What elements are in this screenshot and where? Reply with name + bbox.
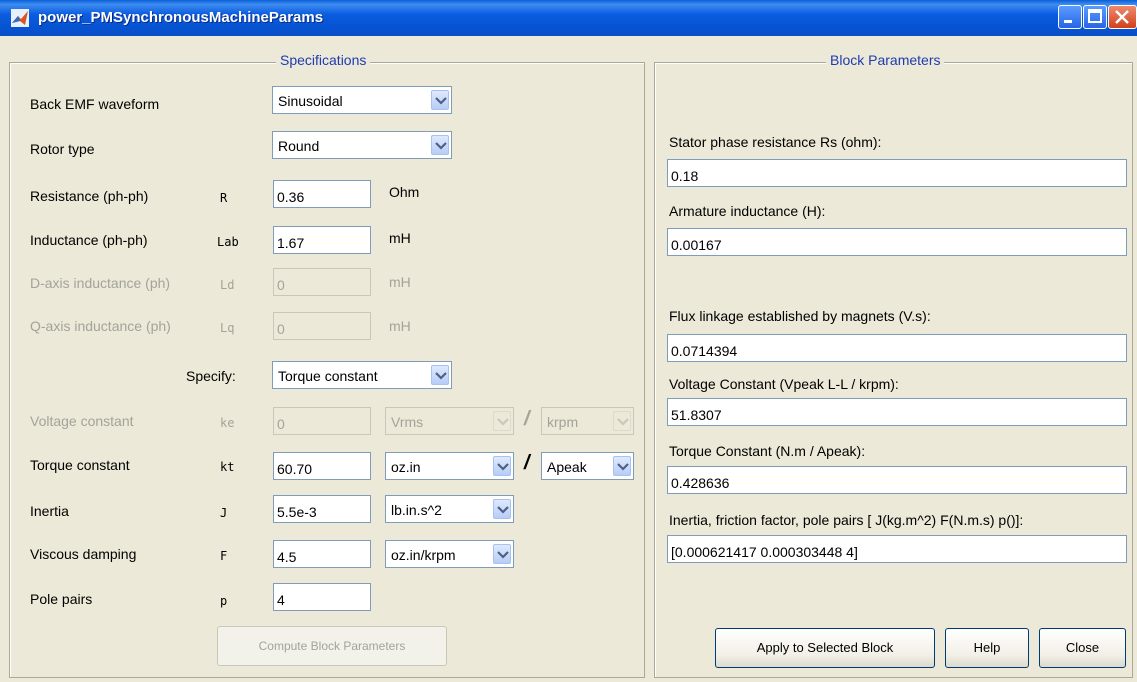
minimize-button[interactable]	[1058, 5, 1082, 29]
q-axis-symbol: Lq	[220, 321, 235, 335]
title-bar[interactable]: power_PMSynchronousMachineParams	[0, 0, 1137, 36]
back-emf-value: Sinusoidal	[278, 93, 343, 109]
voltage-speed-value: krpm	[547, 414, 579, 430]
resistance-unit: Ohm	[389, 184, 420, 200]
chevron-down-icon[interactable]	[493, 456, 511, 476]
q-axis-label: Q-axis inductance (ph)	[30, 318, 171, 334]
maximize-button[interactable]	[1083, 5, 1107, 29]
d-axis-input[interactable]: 0	[273, 268, 371, 296]
voltage-constant-out-label: Voltage Constant (Vpeak L-L / krpm):	[669, 376, 899, 392]
block-parameters-panel	[654, 62, 1133, 678]
help-button[interactable]: Help	[945, 628, 1029, 668]
armature-inductance-label: Armature inductance (H):	[669, 203, 826, 219]
armature-inductance-input[interactable]: 0.00167	[667, 228, 1127, 256]
inertia-input[interactable]: 5.5e-3	[273, 495, 371, 523]
apply-to-selected-block-button[interactable]: Apply to Selected Block	[715, 628, 935, 668]
chevron-down-icon[interactable]	[493, 411, 511, 431]
inertia-unit-value: lb.in.s^2	[391, 502, 442, 518]
chevron-down-icon[interactable]	[613, 456, 631, 476]
q-axis-input[interactable]: 0	[273, 312, 371, 340]
voltage-constant-out-input[interactable]: 51.8307	[667, 398, 1127, 426]
flux-linkage-label: Flux linkage established by magnets (V.s…	[669, 308, 931, 324]
torque-current-value: Apeak	[547, 459, 587, 475]
viscous-unit-value: oz.in/krpm	[391, 547, 456, 563]
q-axis-unit: mH	[389, 318, 411, 334]
d-axis-unit: mH	[389, 274, 411, 290]
voltage-constant-label: Voltage constant	[30, 413, 134, 429]
voltage-slash: /	[524, 408, 530, 430]
back-emf-select[interactable]: Sinusoidal	[272, 86, 452, 114]
compute-block-parameters-button[interactable]: Compute Block Parameters	[217, 626, 447, 666]
resistance-input[interactable]: 0.36	[273, 180, 371, 208]
close-icon	[1115, 10, 1129, 24]
voltage-unit-value: Vrms	[391, 414, 424, 430]
chevron-down-icon[interactable]	[493, 499, 511, 519]
chevron-down-icon[interactable]	[431, 135, 449, 155]
torque-constant-input[interactable]: 60.70	[273, 452, 371, 480]
torque-constant-out-label: Torque Constant (N.m / Apeak):	[669, 443, 866, 459]
matlab-icon	[11, 9, 29, 27]
close-window-button[interactable]	[1108, 5, 1137, 29]
rotor-type-value: Round	[278, 138, 320, 154]
torque-current-select[interactable]: Apeak	[541, 452, 634, 480]
torque-unit-value: oz.in	[391, 459, 421, 475]
rotor-type-label: Rotor type	[30, 141, 95, 157]
voltage-unit-select[interactable]: Vrms	[385, 407, 514, 435]
viscous-damping-label: Viscous damping	[30, 546, 137, 562]
inductance-symbol: Lab	[217, 235, 239, 249]
close-button[interactable]: Close	[1039, 628, 1126, 668]
inertia-symbol: J	[220, 506, 228, 520]
inertia-friction-poles-input[interactable]: [0.000621417 0.000303448 4]	[667, 535, 1127, 563]
resistance-label: Resistance (ph-ph)	[30, 188, 149, 204]
specify-value: Torque constant	[278, 368, 378, 384]
inductance-unit: mH	[389, 230, 411, 246]
inertia-unit-select[interactable]: lb.in.s^2	[385, 495, 514, 523]
chevron-down-icon[interactable]	[493, 544, 511, 564]
pole-pairs-symbol: p	[220, 594, 228, 608]
minimize-icon	[1064, 20, 1072, 23]
torque-constant-label: Torque constant	[30, 457, 130, 473]
torque-constant-symbol: kt	[220, 460, 235, 474]
viscous-damping-input[interactable]: 4.5	[273, 540, 371, 568]
block-parameters-title: Block Parameters	[826, 52, 945, 68]
torque-constant-out-input[interactable]: 0.428636	[667, 466, 1127, 494]
maximize-icon	[1088, 9, 1102, 23]
chevron-down-icon[interactable]	[431, 90, 449, 110]
stator-resistance-label: Stator phase resistance Rs (ohm):	[669, 134, 882, 150]
inertia-friction-poles-label: Inertia, friction factor, pole pairs [ J…	[669, 512, 1024, 528]
d-axis-label: D-axis inductance (ph)	[30, 275, 171, 291]
flux-linkage-input[interactable]: 0.0714394	[667, 334, 1127, 362]
specifications-title: Specifications	[276, 52, 371, 68]
rotor-type-select[interactable]: Round	[272, 131, 452, 159]
voltage-constant-symbol: ke	[220, 416, 235, 430]
viscous-damping-symbol: F	[220, 549, 228, 563]
stator-resistance-input[interactable]: 0.18	[667, 159, 1127, 187]
voltage-constant-input[interactable]: 0	[273, 407, 371, 435]
torque-unit-select[interactable]: oz.in	[385, 452, 514, 480]
back-emf-label: Back EMF waveform	[30, 96, 160, 112]
d-axis-symbol: Ld	[220, 278, 235, 292]
specify-select[interactable]: Torque constant	[272, 361, 452, 389]
specify-label: Specify:	[186, 368, 236, 384]
inductance-input[interactable]: 1.67	[273, 226, 371, 254]
pole-pairs-label: Pole pairs	[30, 591, 93, 607]
voltage-speed-select[interactable]: krpm	[541, 407, 634, 435]
viscous-unit-select[interactable]: oz.in/krpm	[385, 540, 514, 568]
torque-slash: /	[524, 452, 530, 474]
chevron-down-icon[interactable]	[613, 411, 631, 431]
dialog-window: power_PMSynchronousMachineParams Specifi…	[0, 0, 1137, 682]
pole-pairs-input[interactable]: 4	[273, 583, 371, 611]
resistance-symbol: R	[220, 191, 228, 205]
inductance-label: Inductance (ph-ph)	[30, 232, 148, 248]
inertia-label: Inertia	[30, 503, 69, 519]
window-title: power_PMSynchronousMachineParams	[38, 9, 324, 26]
chevron-down-icon[interactable]	[431, 365, 449, 385]
